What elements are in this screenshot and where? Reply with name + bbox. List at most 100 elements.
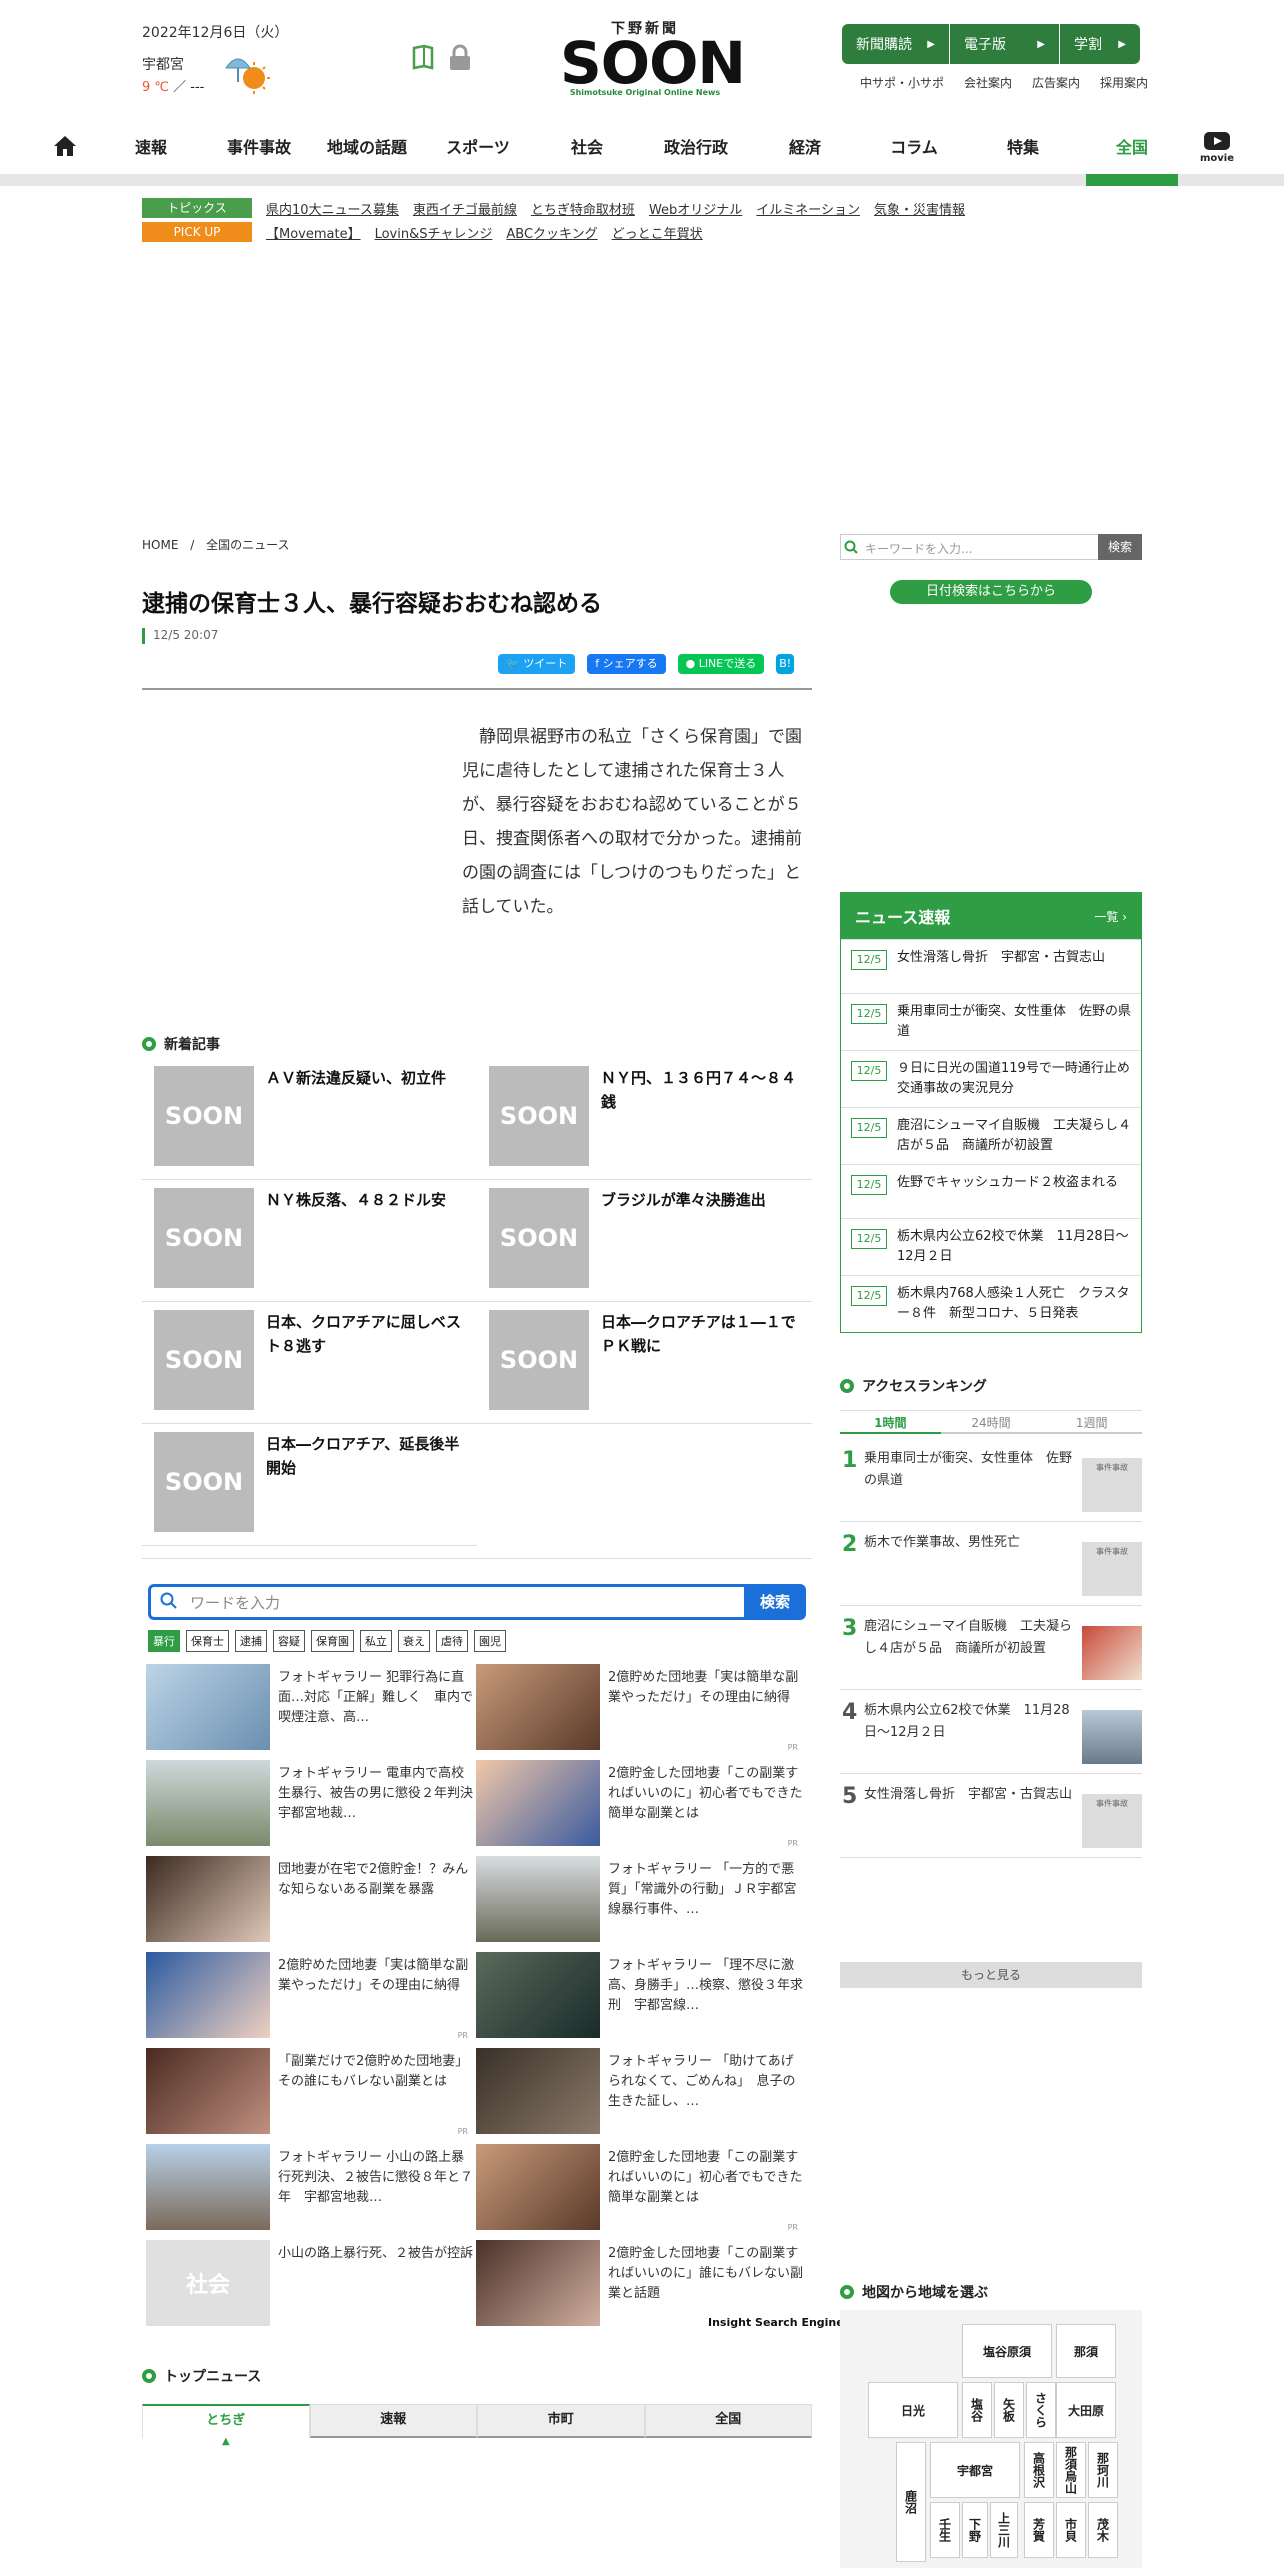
ranking-item[interactable]: 1 乗用車同士が衝突、女性重体 佐野の県道 事件事故 xyxy=(840,1438,1142,1522)
digital-edition-icon[interactable] xyxy=(410,44,436,72)
ranking-item[interactable]: 2 栃木で作業事故、男性死亡 事件事故 xyxy=(840,1522,1142,1606)
subscribe-button[interactable]: 新聞購読 ▶ xyxy=(842,24,950,64)
news-flash-item[interactable]: 12/5 栃木県内768人感染１人死亡 クラスター８件 新型コロナ、５日発表 xyxy=(841,1275,1141,1332)
new-article-card[interactable]: SOON ＮＹ株反落、４８２ドル安 xyxy=(142,1180,477,1302)
map-cell-ichikai[interactable]: 市貝 xyxy=(1056,2502,1086,2558)
ise-result-card[interactable]: 2億貯めた団地妻「実は簡単な副業やっただけ」その理由に納得 PR xyxy=(476,1664,806,1760)
nav-item-national[interactable]: 全国 xyxy=(1087,134,1177,158)
ise-result-card[interactable]: 2億貯めた団地妻「実は簡単な副業やっただけ」その理由に納得 PR xyxy=(146,1952,476,2048)
ise-result-card[interactable]: フォトギャラリー 小山の路上暴行死判決、２被告に懲役８年と７年 宇都宮地裁… xyxy=(146,2144,476,2240)
tweet-button[interactable]: 🐦 ツイート xyxy=(498,654,576,674)
nav-item-column[interactable]: コラム xyxy=(869,134,959,158)
new-article-card[interactable]: SOON 日本―クロアチア、延長後半開始 xyxy=(142,1424,477,1546)
news-flash-item[interactable]: 12/5 鹿沼にシューマイ自販機 工夫凝らし４店が５品 商議所が初設置 xyxy=(841,1107,1141,1164)
map-cell-kaminokawa[interactable]: 上三川 xyxy=(990,2502,1018,2558)
map-cell-kanuma[interactable]: 鹿沼 xyxy=(896,2442,926,2562)
keyword-chip[interactable]: 暴行 xyxy=(148,1630,180,1652)
ise-result-card[interactable]: 2億貯金した団地妻「この副業すればいいのに」初心者でもできた簡単な副業とは PR xyxy=(476,1760,806,1856)
tab-city[interactable]: 市町 xyxy=(477,2404,645,2438)
ise-result-card[interactable]: 「副業だけで2億貯めた団地妻」その誰にもバレない副業とは PR xyxy=(146,2048,476,2144)
news-flash-item[interactable]: 12/5 乗用車同士が衝突、女性重体 佐野の県道 xyxy=(841,993,1141,1050)
keyword-chip[interactable]: 園児 xyxy=(474,1630,506,1652)
sublink-ads[interactable]: 広告案内 xyxy=(1032,74,1080,91)
topic-link[interactable]: 県内10大ニュース募集 xyxy=(266,199,399,218)
digital-button[interactable]: 電子版 ▶ xyxy=(950,24,1060,64)
news-flash-item[interactable]: 12/5 女性滑落し骨折 宇都宮・古賀志山 xyxy=(841,939,1141,993)
tab-24hours[interactable]: 24時間 xyxy=(940,1410,1042,1434)
map-cell-sakura[interactable]: さくら xyxy=(1026,2382,1056,2438)
keyword-chip[interactable]: 容疑 xyxy=(273,1630,305,1652)
map-cell-nikko[interactable]: 日光 xyxy=(868,2382,958,2438)
map-cell-mibu[interactable]: 壬生 xyxy=(930,2502,960,2558)
ise-result-card[interactable]: 団地妻が在宅で2億貯金！？みんな知らないある副業を暴露 xyxy=(146,1856,476,1952)
news-flash-item[interactable]: 12/5 栃木県内公立62校で休業 11月28日〜12月２日 xyxy=(841,1218,1141,1275)
movie-link[interactable]: movie xyxy=(1196,132,1238,164)
ise-result-card[interactable]: フォトギャラリー 電車内で高校生暴行、被告の男に懲役２年判決 宇都宮地裁… xyxy=(146,1760,476,1856)
new-article-card[interactable]: SOON ＮＹ円、１３６円７４〜８４銭 xyxy=(477,1058,812,1180)
tab-1week[interactable]: 1週間 xyxy=(1041,1410,1143,1434)
tab-tochigi[interactable]: とちぎ xyxy=(142,2404,310,2438)
nav-item-economy[interactable]: 経済 xyxy=(760,134,850,158)
topic-link[interactable]: Webオリジナル xyxy=(649,199,742,218)
breadcrumb-current[interactable]: 全国のニュース xyxy=(206,538,289,552)
map-cell-nasukarasuyama[interactable]: 那須烏山 xyxy=(1056,2442,1086,2498)
lock-icon[interactable] xyxy=(446,44,474,72)
map-cell-haga[interactable]: 芳賀 xyxy=(1024,2502,1054,2558)
nav-item-society[interactable]: 社会 xyxy=(542,134,632,158)
sidebar-search-input[interactable]: キーワードを入力... xyxy=(840,534,1100,560)
ranking-item[interactable]: 5 女性滑落し骨折 宇都宮・古賀志山 事件事故 xyxy=(840,1774,1142,1858)
topic-link[interactable]: とちぎ特命取材班 xyxy=(531,199,635,218)
news-flash-more-link[interactable]: 一覧 › xyxy=(1094,908,1127,925)
facebook-share-button[interactable]: f シェアする xyxy=(587,654,666,674)
keyword-chip[interactable]: 保育士 xyxy=(186,1630,229,1652)
new-article-card[interactable]: SOON 日本―クロアチアは１―１でＰＫ戦に xyxy=(477,1302,812,1424)
date-search-button[interactable]: 日付検索はこちらから xyxy=(890,580,1092,604)
ranking-more-button[interactable]: もっと見る xyxy=(840,1962,1142,1988)
map-cell-nakagawa[interactable]: 那珂川 xyxy=(1088,2442,1118,2498)
keyword-chip[interactable]: 私立 xyxy=(360,1630,392,1652)
nav-item-sports[interactable]: スポーツ xyxy=(433,134,523,158)
new-article-card[interactable]: SOON ＡＶ新法違反疑い、初立件 xyxy=(142,1058,477,1180)
ise-result-card[interactable]: 2億貯金した団地妻「この副業すればいいのに」初心者でもできた簡単な副業とは PR xyxy=(476,2144,806,2240)
sidebar-search-button[interactable]: 検索 xyxy=(1098,534,1142,560)
student-button[interactable]: 学割 ▶ xyxy=(1060,24,1140,64)
map-cell-motegi[interactable]: 茂木 xyxy=(1088,2502,1118,2558)
ise-result-card[interactable]: フォトギャラリー 「理不尽に激高、身勝手」…検察、懲役３年求刑 宇都宮線… xyxy=(476,1952,806,2048)
pickup-link[interactable]: 【Movemate】 xyxy=(266,223,361,242)
ranking-item[interactable]: 3 鹿沼にシューマイ自販機 工夫凝らし４店が５品 商議所が初設置 xyxy=(840,1606,1142,1690)
keyword-chip[interactable]: 虐待 xyxy=(436,1630,468,1652)
nav-item-breaking[interactable]: 速報 xyxy=(106,134,196,158)
sublink-recruit[interactable]: 採用案内 xyxy=(1100,74,1148,91)
breadcrumb-home[interactable]: HOME xyxy=(142,538,178,552)
hatena-bookmark-button[interactable]: B! xyxy=(776,654,795,674)
keyword-chip[interactable]: 衰え xyxy=(398,1630,430,1652)
keyword-chip[interactable]: 逮捕 xyxy=(235,1630,267,1652)
map-cell-shioya[interactable]: 塩谷 xyxy=(962,2382,992,2438)
news-flash-item[interactable]: 12/5 佐野でキャッシュカード２枚盗まれる xyxy=(841,1164,1141,1218)
keyword-chip[interactable]: 保育園 xyxy=(311,1630,354,1652)
tab-1hour[interactable]: 1時間 xyxy=(840,1410,941,1434)
map-cell-utsunomiya[interactable]: 宇都宮 xyxy=(930,2442,1020,2498)
ise-result-card[interactable]: フォトギャラリー 「一方的で悪質」「常識外の行動」ＪＲ宇都宮線暴行事件、… xyxy=(476,1856,806,1952)
ise-result-card[interactable]: フォトギャラリー 犯罪行為に直面…対応「正解」難しく 車内で喫煙注意、高… xyxy=(146,1664,476,1760)
ise-logo[interactable]: Insight Search Engine xyxy=(708,2316,844,2329)
nav-item-feature[interactable]: 特集 xyxy=(978,134,1068,158)
ise-search-button[interactable]: 検索 xyxy=(744,1584,806,1620)
new-article-card[interactable]: SOON ブラジルが準々決勝進出 xyxy=(477,1180,812,1302)
pickup-link[interactable]: Lovin&Sチャレンジ xyxy=(375,223,493,242)
new-article-card[interactable]: SOON 日本、クロアチアに屈しベスト８逃す xyxy=(142,1302,477,1424)
sublink-support[interactable]: 中サポ・小サポ xyxy=(860,74,944,91)
home-icon[interactable] xyxy=(52,134,78,158)
ise-result-card[interactable]: 社会 小山の路上暴行死、２被告が控訴 xyxy=(146,2240,476,2336)
site-logo[interactable]: 下野新聞 SOON Shimotsuke Original Online New… xyxy=(560,18,746,98)
map-cell-nasu[interactable]: 那須 xyxy=(1056,2324,1116,2378)
line-share-button[interactable]: ● LINEで送る xyxy=(677,654,765,674)
topic-link[interactable]: 気象・災害情報 xyxy=(874,199,965,218)
pickup-link[interactable]: どっとこ年賀状 xyxy=(612,223,703,242)
map-cell-shioya-harasu[interactable]: 塩谷原須 xyxy=(962,2324,1052,2378)
topic-link[interactable]: 東西イチゴ最前線 xyxy=(413,199,517,218)
tab-breaking[interactable]: 速報 xyxy=(309,2404,477,2438)
pickup-link[interactable]: ABCクッキング xyxy=(506,223,597,242)
ise-result-card[interactable]: フォトギャラリー 「助けてあげられなくて、ごめんね」 息子の生きた証し、… xyxy=(476,2048,806,2144)
nav-item-politics[interactable]: 政治行政 xyxy=(651,134,741,158)
